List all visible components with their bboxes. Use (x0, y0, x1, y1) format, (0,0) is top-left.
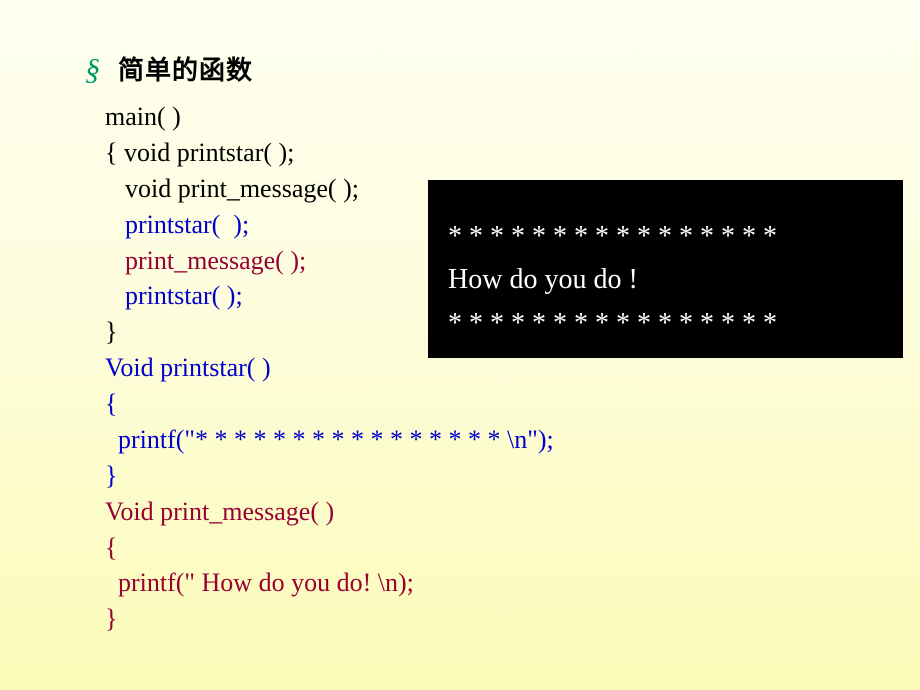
slide-title: 简单的函数 (118, 50, 253, 87)
code-line: { (105, 386, 920, 422)
output-line: * * * * * * * * * * * * * * * * (448, 302, 883, 345)
code-line: printf(" How do you do! \n); (105, 565, 920, 601)
output-line: * * * * * * * * * * * * * * * * (448, 215, 883, 258)
code-line: } (105, 458, 920, 494)
output-line: How do you do ! (448, 258, 883, 301)
code-line: } (105, 601, 920, 637)
code-line: main( ) (105, 99, 920, 135)
section-mark: § (85, 53, 100, 87)
title-row: § 简单的函数 (85, 50, 920, 87)
code-line: { (105, 530, 920, 566)
code-line: { void printstar( ); (105, 135, 920, 171)
code-line: printf("* * * * * * * * * * * * * * * * … (105, 422, 920, 458)
output-box: * * * * * * * * * * * * * * * * How do y… (428, 180, 903, 358)
code-line: Void print_message( ) (105, 494, 920, 530)
